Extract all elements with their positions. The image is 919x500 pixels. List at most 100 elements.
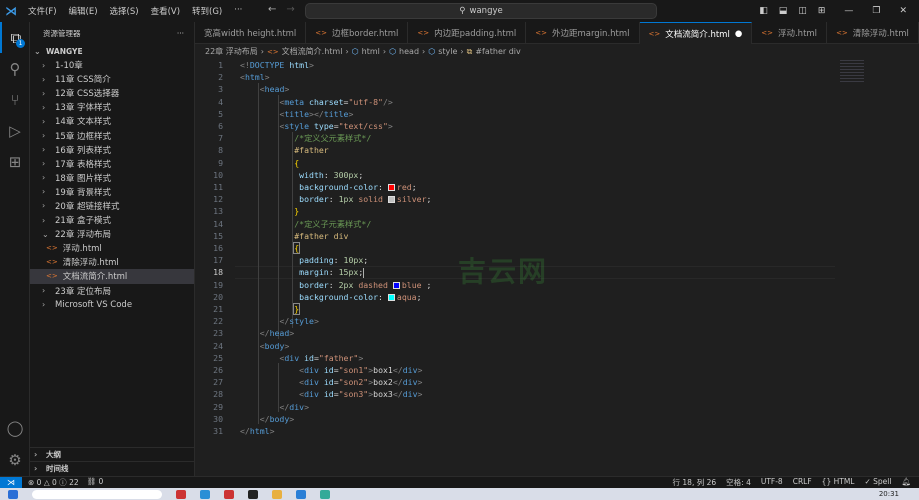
app-icon[interactable] [272,489,282,499]
app-icon[interactable] [176,489,186,499]
more-actions-icon[interactable]: ··· [177,29,184,38]
tree-item-label: 14章 文本样式 [55,117,112,128]
outline-section[interactable]: › 大纲 [30,447,195,461]
search-view-icon[interactable]: ⚲ [0,53,30,84]
code-token: ; [411,182,417,193]
customize-layout-icon[interactable]: ⊞ [818,6,826,16]
tree-folder[interactable]: › 13章 字体样式 [30,100,194,114]
menu-view[interactable]: 查看(V) [151,5,180,17]
toggle-sidebar-icon[interactable]: ◧ [759,6,768,16]
tree-item-label: 12章 CSS选择器 [55,89,120,100]
code-token: aqua [396,291,417,302]
breadcrumb-selector[interactable]: #father div [475,47,520,56]
color-swatch[interactable] [387,293,395,301]
tree-folder[interactable]: ⌄ 22章 浮动布局 [30,227,194,241]
line-number: 14 [213,218,223,229]
explorer-icon[interactable]: ⧉ 1 [0,22,30,53]
tab[interactable]: 宽高width height.html [195,22,307,44]
accounts-icon[interactable]: ◯ [0,412,30,443]
color-swatch[interactable] [387,184,395,192]
tree-folder[interactable]: › 20章 超链接样式 [30,199,194,213]
forward-arrow-icon[interactable]: → [286,4,294,15]
back-arrow-icon[interactable]: ← [268,4,276,15]
toggle-panel-icon[interactable]: ⬓ [779,6,788,16]
tree-folder[interactable]: › 21章 盒子模式 [30,213,194,227]
tree-file[interactable]: <> 清除浮动.html [30,255,194,269]
code-token: : [328,194,339,205]
code-token: 1px [338,194,354,205]
vscode-taskbar-icon[interactable] [296,489,306,499]
tree-folder[interactable]: › 12章 CSS选择器 [30,86,194,100]
app-icon[interactable] [248,489,258,499]
language-mode[interactable]: {} HTML [822,477,855,488]
minimap[interactable] [840,60,864,82]
tab[interactable]: <> 清除浮动.html [827,22,919,44]
tab[interactable]: <> 外边距margin.html [526,22,640,44]
source-control-icon[interactable]: ⑂ [0,84,30,115]
unsaved-dot-icon[interactable]: ● [735,29,742,39]
ports-status[interactable]: ⛓ 0 [87,477,104,488]
color-swatch[interactable] [387,196,395,204]
end-of-line[interactable]: CRLF [793,477,812,488]
code-line: 22 </style> [195,315,319,327]
tree-folder[interactable]: › 11章 CSS简介 [30,72,194,86]
workspace-root[interactable]: ⌄ WANGYE [30,44,194,58]
tree-folder[interactable]: › 1-10章 [30,58,194,72]
remote-indicator-icon[interactable]: ⋊ [0,476,22,489]
tree-folder[interactable]: › 19章 背景样式 [30,185,194,199]
spell-check[interactable]: ✓ Spell [864,477,891,488]
breadcrumb-style[interactable]: style [438,47,457,56]
tree-folder[interactable]: › 15章 边框样式 [30,128,194,142]
code-editor[interactable]: 1 <!DOCTYPE html> 2 <html> 3 <head> 4 <meta c… [195,58,919,476]
code-token: : [378,182,388,193]
app-icon[interactable] [320,489,330,499]
breadcrumb-file[interactable]: 文档流简介.html [282,46,343,57]
notifications-bell-icon[interactable]: 🔔︎ [901,477,911,488]
minimize-button[interactable]: — [844,6,853,16]
tree-folder[interactable]: › 23章 定位布局 [30,284,194,298]
tree-folder[interactable]: › 17章 表格样式 [30,157,194,171]
breadcrumb-folder[interactable]: 22章 浮动布局 [205,46,258,57]
activity-bar: ⧉ 1 ⚲ ⑂ ▷ ⊞ ◯ ⚙ [0,22,30,476]
extensions-icon[interactable]: ⊞ [0,146,30,177]
toggle-secondary-sidebar-icon[interactable]: ◫ [798,6,807,16]
tree-folder[interactable]: › 16章 列表样式 [30,143,194,157]
indentation[interactable]: 空格: 4 [726,477,751,488]
tab[interactable]: <> 边框border.html [306,22,409,44]
tab[interactable]: <> 浮动.html [752,22,828,44]
watermark: 吉云网 [458,255,549,288]
breadcrumb-html[interactable]: html [362,47,380,56]
tab[interactable]: <> 内边距padding.html [408,22,527,44]
menu-selection[interactable]: 选择(S) [110,5,139,17]
menu-go[interactable]: 转到(G) [192,5,222,17]
run-debug-icon[interactable]: ▷ [0,115,30,146]
restore-button[interactable]: ❐ [872,6,880,16]
menu-file[interactable]: 文件(F) [28,5,57,17]
cursor-position[interactable]: 行 18, 列 26 [673,477,717,488]
tree-folder[interactable]: › 18章 图片样式 [30,171,194,185]
app-icon[interactable] [224,489,234,499]
app-icon[interactable] [200,489,210,499]
encoding[interactable]: UTF-8 [761,477,783,488]
taskbar-search[interactable] [32,489,162,499]
tree-folder[interactable]: › 14章 文本样式 [30,114,194,128]
code-token: div [304,377,319,388]
explorer-badge: 1 [16,39,25,48]
code-token: /*定义父元素样式*/ [294,133,372,144]
menu-more[interactable]: ··· [234,5,242,17]
tab[interactable]: <> 文档流简介.html ● [639,22,753,44]
tree-folder[interactable]: › Microsoft VS Code [30,298,194,312]
timeline-section[interactable]: › 时间线 [30,461,195,475]
tree-file[interactable]: <> 浮动.html [30,241,194,255]
menu-edit[interactable]: 编辑(E) [69,5,98,17]
code-line: 6 <style type="text/css"> [195,120,393,132]
settings-gear-icon[interactable]: ⚙ [0,444,30,475]
close-button[interactable]: ✕ [899,6,907,16]
code-token: body [264,340,285,351]
breadcrumb-head[interactable]: head [399,47,419,56]
command-center-search[interactable]: ⚲ wangye [305,3,657,19]
problems-status[interactable]: ⊗ 0 △ 0 ⓘ 22 [28,477,79,488]
tree-file[interactable]: <> 文档流简介.html [30,269,194,284]
color-swatch[interactable] [392,281,400,289]
start-icon[interactable] [8,489,18,499]
